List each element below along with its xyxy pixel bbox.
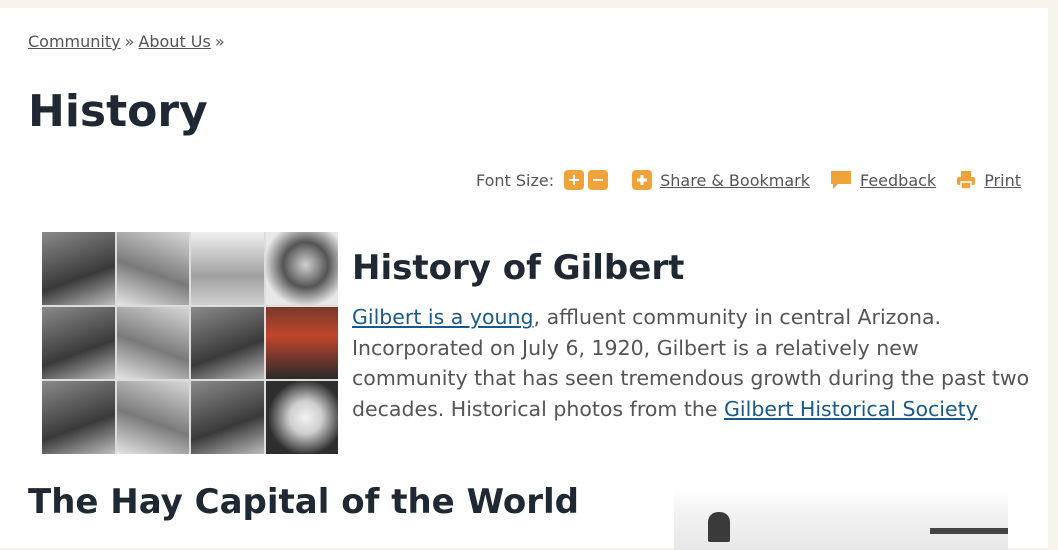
collage-photo (191, 306, 264, 380)
feedback-label: Feedback (859, 170, 937, 190)
collage-photo (265, 381, 338, 454)
photo-horizon (930, 528, 1008, 534)
gilbert-young-link[interactable]: Gilbert is a young (352, 305, 534, 329)
page-title: History (28, 86, 208, 137)
collage-photo (42, 232, 115, 305)
collage-photo (116, 306, 189, 380)
collage-photo (265, 306, 338, 380)
breadcrumb-about-us-link[interactable]: About Us (138, 32, 210, 51)
feedback-link[interactable]: Feedback (830, 170, 936, 190)
breadcrumb-separator: » (214, 32, 225, 51)
font-size-label: Font Size: (475, 170, 555, 190)
page-content: Community» About Us» History Font Size: +… (0, 8, 1048, 550)
collage-photo (42, 381, 115, 454)
hay-capital-heading: The Hay Capital of the World (28, 482, 579, 522)
font-size-increase-button[interactable]: + (564, 170, 585, 190)
share-bookmark-link[interactable]: Share & Bookmark (632, 170, 810, 190)
page-tools: Font Size: + − Share & Bookmark Feedback… (476, 170, 1021, 190)
collage-photo (191, 232, 264, 305)
section-title: History of Gilbert (352, 248, 685, 288)
print-link[interactable]: Print (956, 170, 1021, 190)
collage-photo (191, 381, 264, 454)
gilbert-historical-society-link[interactable]: Gilbert Historical Society (724, 397, 978, 421)
collage-photo (42, 306, 115, 380)
plus-icon (632, 170, 653, 190)
collage-photo (116, 381, 189, 454)
print-label: Print (984, 170, 1021, 190)
photo-figure (708, 512, 730, 542)
hay-capital-photo (674, 490, 1008, 550)
printer-icon (956, 170, 976, 190)
breadcrumb-separator: » (124, 32, 135, 51)
font-size-decrease-button[interactable]: − (588, 170, 609, 190)
collage-photo (265, 232, 338, 305)
breadcrumb: Community» About Us» (28, 32, 229, 51)
intro-paragraph: Gilbert is a young, affluent community i… (352, 302, 1032, 424)
speech-bubble-icon (830, 170, 852, 190)
historical-photo-collage (42, 232, 338, 454)
share-bookmark-label: Share & Bookmark (660, 170, 810, 190)
scrollbar[interactable] (1048, 0, 1058, 535)
collage-photo (116, 232, 189, 305)
breadcrumb-community-link[interactable]: Community (28, 32, 121, 51)
